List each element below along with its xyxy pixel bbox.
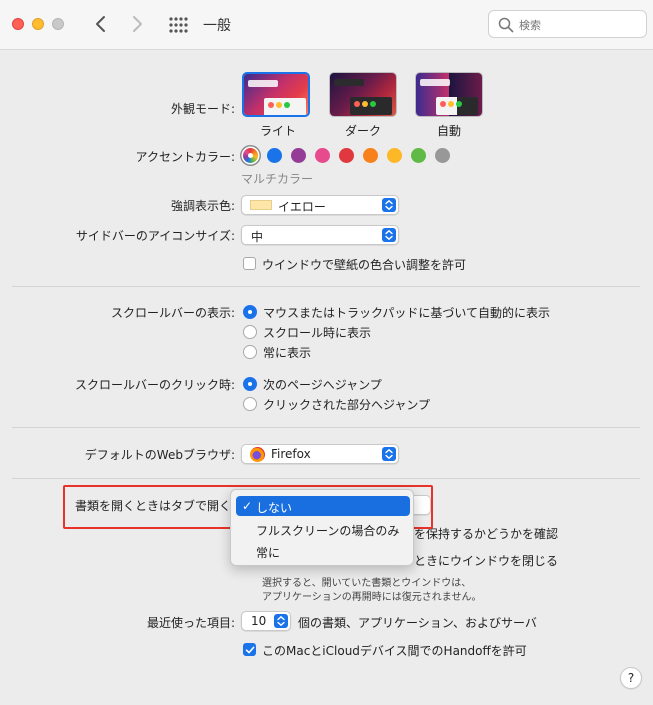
default-browser-popup[interactable]: Firefox (241, 444, 399, 464)
sidebar-icon-size-label: サイドバーのアイコンサイズ: (75, 229, 235, 243)
divider (12, 478, 640, 479)
divider (12, 427, 640, 428)
highlight-color-popup[interactable]: イエロー (241, 195, 399, 215)
popup-chevrons-icon (274, 614, 288, 628)
grid-icon (169, 17, 188, 33)
ask-keep-changes-label: を保持するかどうかを確認 (414, 527, 559, 541)
checkmark-icon (245, 646, 255, 654)
accent-orange-swatch[interactable] (363, 148, 378, 163)
wallpaper-tint-label: ウインドウで壁紙の色合い調整を許可 (262, 258, 467, 272)
accent-pink-swatch[interactable] (315, 148, 330, 163)
appearance-dark-option[interactable] (329, 72, 397, 117)
system-preferences-window: 一般 外観モード: ライト ダーク 自動 アクセントカラー: マルチカラー (0, 0, 653, 705)
appearance-light-option[interactable] (242, 72, 310, 117)
appearance-dark-label: ダーク (345, 124, 382, 138)
popup-chevrons-icon (382, 447, 396, 461)
restore-note-line1: 選択すると、開いていた書類とウインドウは、 (262, 578, 472, 589)
zoom-window-button[interactable] (52, 18, 64, 30)
accent-red-swatch[interactable] (339, 148, 354, 163)
search-field[interactable] (488, 10, 647, 38)
menu-item-fullscreen-only[interactable]: フルスクリーンの場合のみ (236, 519, 410, 539)
appearance-auto-option[interactable] (415, 72, 483, 117)
default-browser-value: Firefox (271, 447, 311, 461)
scroll-click-next-page-radio[interactable] (243, 377, 257, 391)
menu-item-always-label: 常に (256, 546, 281, 560)
recent-items-popup[interactable]: 10 (241, 611, 291, 631)
scroll-click-next-page-label: 次のページへジャンプ (263, 378, 382, 392)
accent-caption: マルチカラー (241, 172, 314, 186)
close-windows-label: ときにウインドウを閉じる (414, 554, 559, 568)
scroll-show-when-scrolling-label: スクロール時に表示 (263, 326, 372, 340)
recent-items-suffix: 個の書類、アプリケーション、およびサーバ (298, 616, 537, 630)
prefer-tabs-menu: ✓ しない フルスクリーンの場合のみ 常に (230, 489, 414, 566)
search-icon (498, 17, 514, 33)
restore-note-line2: アプリケーションの再開時には復元されません。 (262, 592, 482, 603)
recent-items-value: 10 (251, 614, 267, 628)
firefox-icon (250, 447, 265, 462)
highlight-swatch (250, 200, 272, 210)
appearance-light-label: ライト (260, 124, 297, 138)
window-title: 一般 (203, 18, 231, 34)
handoff-checkbox[interactable] (243, 643, 256, 656)
search-input[interactable] (519, 15, 639, 35)
scroll-show-label: スクロールバーの表示: (110, 306, 235, 320)
menu-item-always[interactable]: 常に (236, 541, 410, 561)
back-button[interactable] (90, 13, 112, 35)
popup-chevrons-icon (382, 228, 396, 242)
scroll-show-auto-radio[interactable] (243, 305, 257, 319)
appearance-auto-label: 自動 (437, 124, 462, 138)
highlight-color-value: イエロー (278, 200, 326, 214)
accent-graphite-swatch[interactable] (435, 148, 450, 163)
accent-multicolor-swatch[interactable] (243, 148, 258, 163)
scroll-click-label: スクロールバーのクリック時: (74, 378, 235, 392)
menu-item-never-label: しない (256, 501, 293, 515)
scroll-show-always-label: 常に表示 (263, 346, 312, 360)
checkmark-icon: ✓ (242, 499, 253, 513)
scroll-click-spot-label: クリックされた部分へジャンプ (263, 398, 431, 412)
accent-green-swatch[interactable] (411, 148, 426, 163)
chevron-left-icon (96, 16, 105, 32)
wallpaper-tint-checkbox[interactable] (243, 257, 256, 270)
forward-button[interactable] (126, 13, 148, 35)
help-button[interactable]: ? (620, 667, 642, 689)
sidebar-icon-size-value: 中 (251, 230, 264, 244)
popup-chevrons-icon (382, 198, 396, 212)
close-window-button[interactable] (12, 18, 24, 30)
recent-items-label: 最近使った項目: (146, 616, 235, 630)
menu-item-never[interactable]: ✓ しない (236, 496, 410, 516)
scroll-click-spot-radio[interactable] (243, 397, 257, 411)
accent-purple-swatch[interactable] (291, 148, 306, 163)
scroll-show-when-scrolling-radio[interactable] (243, 325, 257, 339)
scroll-show-always-radio[interactable] (243, 345, 257, 359)
scroll-show-auto-label: マウスまたはトラックパッドに基づいて自動的に表示 (263, 306, 551, 320)
accent-blue-swatch[interactable] (267, 148, 282, 163)
menu-item-fullscreen-only-label: フルスクリーンの場合のみ (256, 524, 400, 538)
show-all-button[interactable] (168, 15, 188, 35)
toolbar: 一般 (0, 0, 653, 50)
appearance-label: 外観モード: (170, 102, 235, 116)
divider (12, 286, 640, 287)
accent-yellow-swatch[interactable] (387, 148, 402, 163)
highlight-color-label: 強調表示色: (170, 199, 235, 213)
accent-color-label: アクセントカラー: (135, 150, 235, 164)
default-browser-label: デフォルトのWebブラウザ: (84, 448, 235, 462)
minimize-window-button[interactable] (32, 18, 44, 30)
sidebar-icon-size-popup[interactable]: 中 (241, 225, 399, 245)
handoff-label: このMacとiCloudデバイス間でのHandoffを許可 (262, 644, 527, 658)
chevron-right-icon (133, 16, 142, 32)
